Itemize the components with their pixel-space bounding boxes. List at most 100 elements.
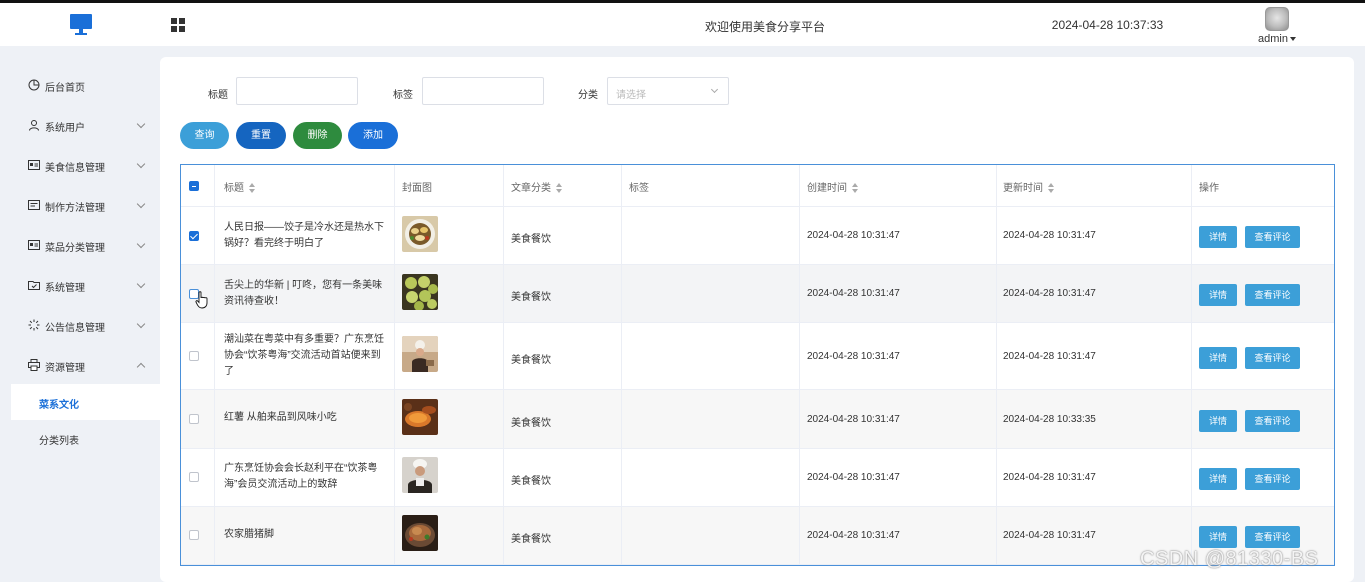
row-updated: 2024-04-28 10:31:47	[1003, 230, 1096, 241]
view-comments-button[interactable]: 查看评论	[1245, 284, 1300, 306]
row-title: 潮汕菜在粤菜中有多重要？广东烹饪协会“饮茶粤海”交流活动首站便来到了	[224, 334, 384, 377]
row-checkbox[interactable]	[189, 231, 199, 241]
row-category: 美食餐饮	[511, 418, 551, 429]
printer-icon	[28, 359, 40, 371]
sort-icon	[1047, 183, 1055, 194]
cover-image-chef	[402, 336, 438, 372]
sort-icon	[851, 183, 859, 194]
chevron-down-icon	[136, 279, 146, 289]
caret-down-icon	[1289, 37, 1296, 42]
page-title: 欢迎使用美食分享平台	[704, 20, 825, 34]
avatar[interactable]	[1265, 7, 1289, 31]
chevron-down-icon	[710, 85, 719, 94]
column-header-title[interactable]: 标题	[224, 179, 256, 194]
table-header-row	[181, 165, 1334, 207]
row-created: 2024-04-28 10:31:47	[807, 351, 900, 362]
articles-table: 标题 封面图 文章分类 标签 创建时间 更新时间 操作 人民日报——饺子是冷水还…	[180, 164, 1335, 566]
row-title: 舌尖上的华新 | 叮咚，您有一条美味资讯待查收！	[224, 280, 383, 307]
column-header-actions: 操作	[1199, 183, 1219, 194]
sidebar-item-dashboard[interactable]: 后台首页	[0, 66, 160, 106]
title-filter-input[interactable]	[236, 77, 358, 105]
csdn-watermark: CSDN @81330-BS	[1140, 548, 1319, 570]
detail-button[interactable]: 详情	[1199, 226, 1237, 248]
row-checkbox[interactable]	[189, 530, 199, 540]
reset-button[interactable]: 重置	[236, 122, 286, 149]
row-updated: 2024-04-28 10:31:47	[1003, 288, 1096, 299]
row-category: 美食餐饮	[511, 355, 551, 366]
sidebar-item-dish-categories[interactable]: 菜品分类管理	[0, 226, 160, 266]
row-updated: 2024-04-28 10:33:35	[1003, 414, 1096, 425]
sidebar-item-resources[interactable]: 资源管理	[0, 346, 160, 386]
row-category: 美食餐饮	[511, 476, 551, 487]
row-created: 2024-04-28 10:31:47	[807, 230, 900, 241]
view-comments-button[interactable]: 查看评论	[1245, 347, 1300, 369]
sidebar-item-label: 制作方法管理	[45, 203, 105, 214]
sidebar-item-label: 资源管理	[45, 363, 85, 374]
user-menu[interactable]: admin	[1258, 33, 1296, 45]
sidebar-item-label: 系统用户	[45, 123, 85, 134]
sidebar-item-recipe-methods[interactable]: 制作方法管理	[0, 186, 160, 226]
column-header-category[interactable]: 文章分类	[511, 179, 563, 194]
sidebar-item-announcements[interactable]: 公告信息管理	[0, 306, 160, 346]
category-select-placeholder: 请选择	[616, 90, 646, 101]
monitor-logo-icon	[70, 14, 92, 36]
pie-chart-icon	[28, 79, 40, 91]
cover-image-sweet-potato	[402, 399, 438, 435]
chevron-up-icon	[136, 362, 146, 372]
row-category: 美食餐饮	[511, 234, 551, 245]
user-name: admin	[1258, 33, 1288, 45]
row-category: 美食餐饮	[511, 534, 551, 545]
query-button[interactable]: 查询	[180, 122, 229, 149]
row-title: 农家腊猪脚	[224, 529, 274, 540]
id-card-icon	[28, 160, 40, 170]
row-created: 2024-04-28 10:31:47	[807, 414, 900, 425]
delete-button[interactable]: 删除	[293, 122, 342, 149]
sidebar-item-system-users[interactable]: 系统用户	[0, 106, 160, 146]
title-filter-label: 标题	[208, 90, 228, 101]
detail-button[interactable]: 详情	[1199, 347, 1237, 369]
view-comments-button[interactable]: 查看评论	[1245, 410, 1300, 432]
chevron-down-icon	[136, 119, 146, 129]
row-title: 红薯 从舶来品到风味小吃	[224, 412, 337, 423]
view-comments-button[interactable]: 查看评论	[1245, 526, 1300, 548]
row-updated: 2024-04-28 10:31:47	[1003, 351, 1096, 362]
row-created: 2024-04-28 10:31:47	[807, 288, 900, 299]
sidebar-subitem-label: 菜系文化	[39, 400, 79, 411]
sidebar-item-system-management[interactable]: 系统管理	[0, 266, 160, 306]
edit-box-icon	[28, 200, 40, 210]
sort-icon	[248, 183, 256, 194]
sidebar-item-food-info[interactable]: 美食信息管理	[0, 146, 160, 186]
menu-grid-icon[interactable]	[171, 18, 186, 33]
user-icon	[29, 120, 39, 131]
row-created: 2024-04-28 10:31:47	[807, 530, 900, 541]
cover-image-green-balls	[402, 274, 438, 310]
cover-image-pork	[402, 515, 438, 551]
row-checkbox[interactable]	[189, 472, 199, 482]
tag-filter-input[interactable]	[422, 77, 544, 105]
detail-button[interactable]: 详情	[1199, 526, 1237, 548]
sidebar-item-label: 美食信息管理	[45, 163, 105, 174]
row-category: 美食餐饮	[511, 292, 551, 303]
row-checkbox[interactable]	[189, 414, 199, 424]
sidebar-subitem-category-list[interactable]: 分类列表	[11, 420, 160, 456]
column-header-updated[interactable]: 更新时间	[1003, 179, 1055, 194]
select-all-checkbox[interactable]	[189, 181, 199, 191]
detail-button[interactable]: 详情	[1199, 468, 1237, 490]
tag-filter-label: 标签	[393, 90, 413, 101]
cover-image-dumplings	[402, 216, 438, 252]
detail-button[interactable]: 详情	[1199, 284, 1237, 306]
row-created: 2024-04-28 10:31:47	[807, 472, 900, 483]
category-select[interactable]: 请选择	[607, 77, 729, 105]
view-comments-button[interactable]: 查看评论	[1245, 468, 1300, 490]
sidebar-subitem-cuisine-culture[interactable]: 菜系文化	[11, 384, 160, 420]
row-checkbox[interactable]	[189, 351, 199, 361]
column-header-created[interactable]: 创建时间	[807, 179, 859, 194]
top-header: 欢迎使用美食分享平台 2024-04-28 10:37:33 admin	[0, 0, 1365, 46]
add-button[interactable]: 添加	[348, 122, 398, 149]
view-comments-button[interactable]: 查看评论	[1245, 226, 1300, 248]
sidebar-item-label: 后台首页	[45, 83, 85, 94]
sort-icon	[555, 183, 563, 194]
detail-button[interactable]: 详情	[1199, 410, 1237, 432]
chevron-down-icon	[136, 159, 146, 169]
current-datetime: 2024-04-28 10:37:33	[1051, 18, 1164, 32]
